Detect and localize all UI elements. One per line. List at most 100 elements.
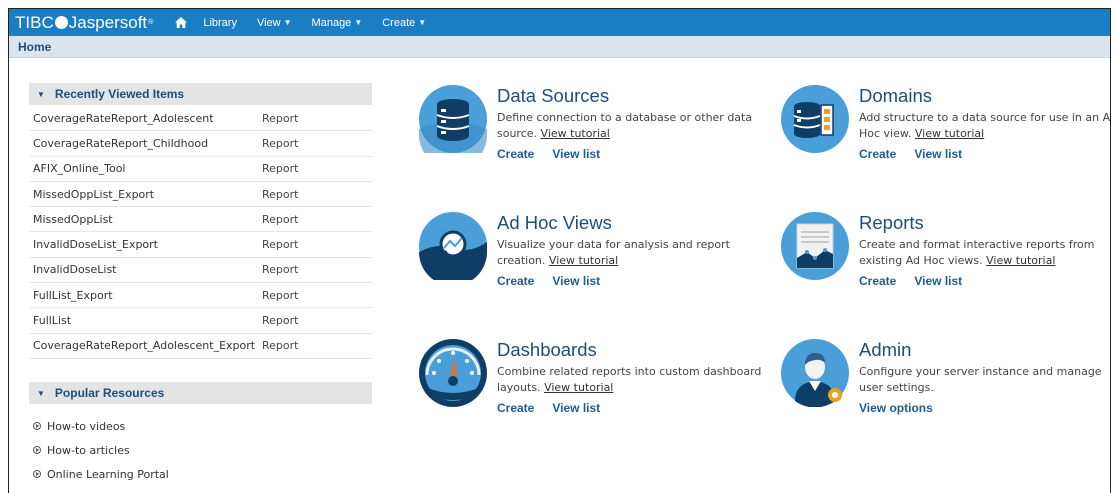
play-circle-icon xyxy=(33,470,41,478)
item-type: Report xyxy=(262,111,299,125)
link-how-to-articles[interactable]: How-to articles xyxy=(33,438,169,462)
domain-database-icon xyxy=(781,85,849,153)
card-ad-hoc-views: Ad Hoc Views Visualize your data for ana… xyxy=(419,212,759,292)
logo-ball-icon xyxy=(54,16,68,29)
home-icon[interactable] xyxy=(175,17,188,28)
link-label: How-to articles xyxy=(47,443,130,457)
item-name[interactable]: MissedOppList xyxy=(29,213,262,226)
main-menu: Library View ▼ Manage ▼ Create ▼ xyxy=(175,9,446,36)
item-type: Report xyxy=(262,339,299,353)
jaspersoft-logo: TIBC Jaspersoft ® xyxy=(15,9,153,36)
view-tutorial-link[interactable]: View tutorial xyxy=(915,127,984,140)
list-item[interactable]: MissedOppList Report xyxy=(29,207,372,233)
view-tutorial-link[interactable]: View tutorial xyxy=(541,127,610,140)
item-name[interactable]: InvalidDoseList xyxy=(29,263,262,276)
card-description: Create and format interactive reports fr… xyxy=(859,237,1110,269)
list-item[interactable]: MissedOppList_Export Report xyxy=(29,182,372,208)
view-options-link[interactable]: View options xyxy=(859,401,933,415)
view-tutorial-link[interactable]: View tutorial xyxy=(549,254,618,267)
card-description: Combine related reports into custom dash… xyxy=(497,364,762,396)
create-link[interactable]: Create xyxy=(497,401,534,415)
list-item[interactable]: InvalidDoseList_Export Report xyxy=(29,232,372,258)
card-reports: Reports Create and format interactive re… xyxy=(781,212,1110,292)
app-window: TIBC Jaspersoft ® Library View ▼ Manage ▼ … xyxy=(8,8,1111,493)
logo-tibco-text: TIBC xyxy=(15,12,54,32)
item-type: Report xyxy=(262,162,299,176)
item-name[interactable]: FullList_Export xyxy=(29,289,262,302)
card-title: Admin xyxy=(859,339,912,360)
item-name[interactable]: AFIX_Online_Tool xyxy=(29,162,262,175)
card-data-sources: Data Sources Define connection to a data… xyxy=(419,85,759,165)
item-name[interactable]: CoverageRateReport_Childhood xyxy=(29,137,262,150)
item-type: Report xyxy=(262,288,299,302)
view-list-link[interactable]: View list xyxy=(914,274,962,288)
card-dashboards: Dashboards Combine related reports into … xyxy=(419,339,762,419)
view-list-link[interactable]: View list xyxy=(552,401,600,415)
card-actions: Create View list xyxy=(497,147,618,161)
card-admin: Admin Configure your server instance and… xyxy=(781,339,1110,419)
list-item[interactable]: AFIX_Online_Tool Report xyxy=(29,157,372,182)
create-link[interactable]: Create xyxy=(497,274,534,288)
card-actions: Create View list xyxy=(859,147,980,161)
create-link[interactable]: Create xyxy=(859,147,896,161)
item-name[interactable]: MissedOppList_Export xyxy=(29,188,262,201)
list-item[interactable]: FullList Report xyxy=(29,308,372,334)
chevron-down-icon: ▼ xyxy=(354,18,363,27)
report-document-icon xyxy=(781,212,849,280)
menu-create-label: Create xyxy=(382,16,416,29)
link-label: How-to videos xyxy=(47,419,126,433)
card-description: Visualize your data for analysis and rep… xyxy=(497,237,762,269)
menu-view-label: View xyxy=(256,16,281,29)
view-list-link[interactable]: View list xyxy=(914,147,962,161)
description-text: Create and format interactive reports fr… xyxy=(859,238,1095,267)
item-name[interactable]: CoverageRateReport_Adolescent xyxy=(29,112,262,125)
list-item[interactable]: CoverageRateReport_Childhood Report xyxy=(29,131,372,157)
play-circle-icon xyxy=(33,422,41,430)
popular-resources-list: How-to videos How-to articles Online Lea… xyxy=(33,414,169,486)
card-title: Dashboards xyxy=(497,339,597,360)
create-link[interactable]: Create xyxy=(859,274,896,288)
logo-trademark: ® xyxy=(148,19,154,26)
card-title: Reports xyxy=(859,212,924,233)
view-list-link[interactable]: View list xyxy=(552,147,600,161)
description-text: Configure your server instance and manag… xyxy=(859,365,1102,394)
item-type: Report xyxy=(262,136,299,150)
list-item[interactable]: CoverageRateReport_Adolescent Report xyxy=(29,106,372,132)
menu-library-label: Library xyxy=(203,16,237,29)
list-item[interactable]: FullList_Export Report xyxy=(29,283,372,309)
menu-manage[interactable]: Manage ▼ xyxy=(312,17,363,29)
breadcrumb-bar: Home xyxy=(9,36,1110,58)
item-type: Report xyxy=(262,212,299,226)
list-item[interactable]: InvalidDoseList Report xyxy=(29,258,372,284)
link-online-learning-portal[interactable]: Online Learning Portal xyxy=(33,462,169,486)
collapse-triangle-icon: ▼ xyxy=(37,388,45,398)
link-how-to-videos[interactable]: How-to videos xyxy=(33,414,169,438)
chevron-down-icon: ▼ xyxy=(283,18,292,27)
popular-resources-title: Popular Resources xyxy=(54,386,165,400)
menu-create[interactable]: Create ▼ xyxy=(382,17,426,29)
card-description: Define connection to a database or other… xyxy=(497,110,762,142)
view-list-link[interactable]: View list xyxy=(552,274,600,288)
recent-items-header[interactable]: ▼ Recently Viewed Items xyxy=(29,83,372,105)
item-name[interactable]: FullList xyxy=(29,314,262,327)
gauge-icon xyxy=(419,339,487,407)
create-link[interactable]: Create xyxy=(497,147,534,161)
item-type: Report xyxy=(262,187,299,201)
card-title: Data Sources xyxy=(497,85,610,106)
play-circle-icon xyxy=(33,446,41,454)
item-name[interactable]: CoverageRateReport_Adolescent_Export xyxy=(29,339,262,352)
menu-library[interactable]: Library xyxy=(203,17,237,29)
card-description: Add structure to a data source for use i… xyxy=(859,110,1110,142)
item-name[interactable]: InvalidDoseList_Export xyxy=(29,238,262,251)
recent-items-title: Recently Viewed Items xyxy=(54,87,185,101)
recent-items-list: CoverageRateReport_Adolescent Report Cove… xyxy=(29,106,372,359)
link-label: Online Learning Portal xyxy=(47,467,169,481)
view-tutorial-link[interactable]: View tutorial xyxy=(544,381,613,394)
card-title: Ad Hoc Views xyxy=(497,212,612,233)
database-icon xyxy=(419,85,487,153)
menu-view[interactable]: View ▼ xyxy=(257,17,292,29)
list-item[interactable]: CoverageRateReport_Adolescent_Export Repo… xyxy=(29,334,372,359)
view-tutorial-link[interactable]: View tutorial xyxy=(986,254,1055,267)
description-text: Combine related reports into custom dash… xyxy=(497,365,762,394)
popular-resources-header[interactable]: ▼ Popular Resources xyxy=(29,382,372,404)
